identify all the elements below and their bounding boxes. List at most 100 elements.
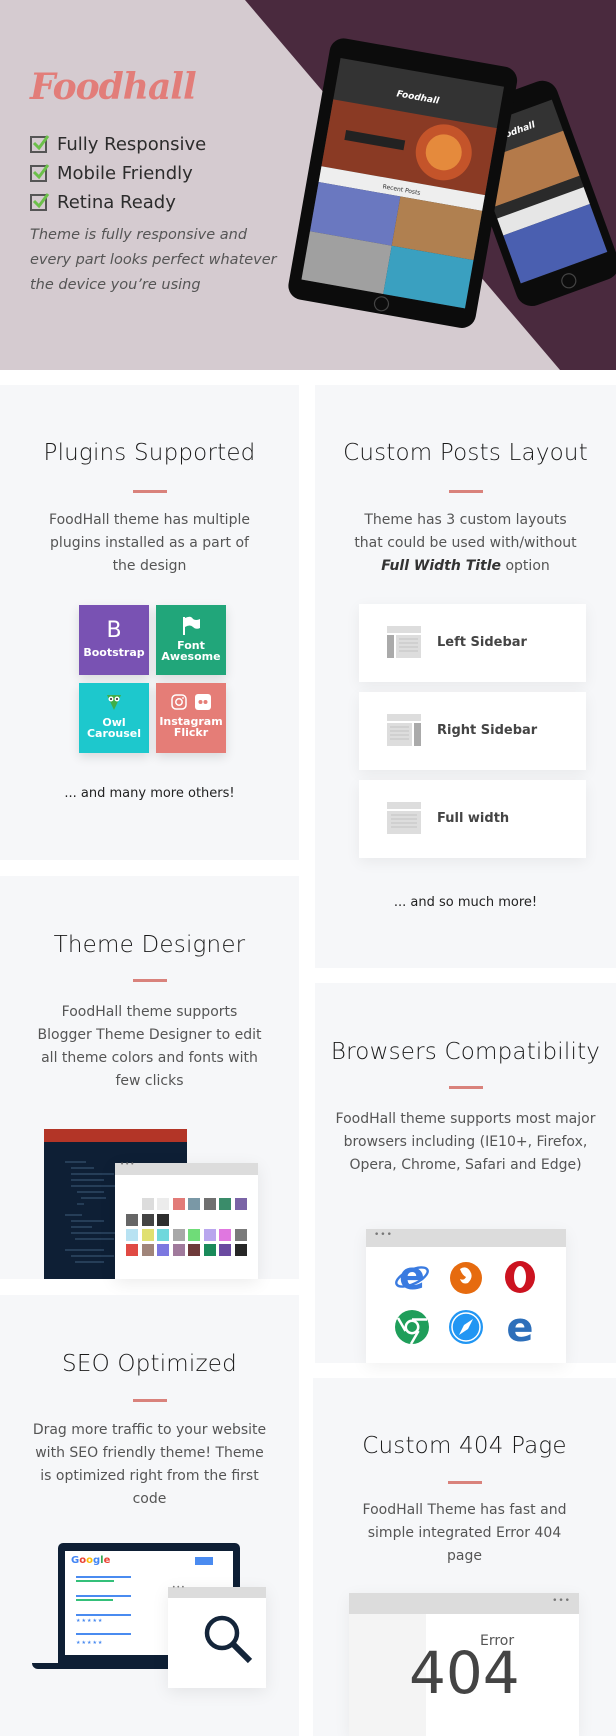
svg-text:e: e [506,1309,533,1345]
color-swatch[interactable] [172,1229,185,1241]
error-code: 404 [409,1639,520,1707]
color-swatch[interactable] [157,1244,169,1256]
browser-window: ••• e e [366,1229,566,1363]
color-swatch[interactable] [219,1244,231,1256]
color-swatch[interactable] [219,1198,231,1210]
description-emphasis: Full Width Title [381,558,502,574]
section-title: Custom Posts Layout [343,440,588,466]
chrome-icon [395,1310,429,1345]
description-text: Theme has 3 custom layouts that could be… [354,512,577,551]
instagram-icon [171,694,187,710]
tablet-mockup: Foodhall Recent Posts [288,38,518,328]
owl-icon [107,695,121,710]
plugin-tile-bootstrap: B Bootstrap [79,605,149,675]
right-sidebar-icon [387,714,421,746]
color-swatch[interactable] [188,1198,200,1210]
star-rating: ★★★★★ [76,1640,104,1646]
color-swatch[interactable] [203,1198,216,1210]
plugin-label: Awesome [161,650,221,663]
color-swatch[interactable] [203,1244,216,1256]
window-title-bar: ••• [168,1584,266,1598]
window-title-bar: ••• [349,1593,579,1614]
ie-icon: e [395,1259,429,1295]
plugin-label: Flickr [173,726,209,739]
hero-banner: Foodhall Fully Responsive Mobile Friendl… [0,0,616,370]
section-description: Theme has 3 custom layouts that could be… [315,509,616,578]
color-swatch[interactable] [157,1214,169,1226]
color-swatch[interactable] [234,1229,247,1241]
color-swatch[interactable] [188,1244,200,1256]
color-swatch[interactable] [141,1198,154,1210]
error-page-window: ••• Error 404 [349,1593,579,1736]
layout-label: Full width [437,811,510,826]
section-footer-note: ... and so much more! [393,895,538,910]
color-swatch-grid [126,1198,251,1268]
section-description: FoodHall theme supports most major brows… [335,1111,596,1173]
color-swatch[interactable] [188,1229,200,1241]
layout-option-left-sidebar: Left Sidebar [359,604,586,682]
section-title: Theme Designer [53,932,246,958]
color-picker-window: ••• [115,1160,258,1279]
title-divider [448,490,483,493]
star-rating: ★★★★★ [76,1618,104,1624]
section-description: Drag more traffic to your website with S… [32,1422,267,1507]
section-description: FoodHall theme has multiple plugins inst… [49,512,250,574]
color-swatch[interactable] [126,1244,138,1256]
title-divider [132,1399,167,1402]
plugin-tile-instagram-flickr: Instagram Flickr [156,683,226,753]
window-title-bar: ••• [115,1160,258,1175]
title-divider [132,490,167,493]
firefox-icon [450,1262,482,1294]
plugin-tile-font-awesome: Font Awesome [156,605,226,675]
title-divider [447,1481,482,1484]
layout-option-right-sidebar: Right Sidebar [359,692,586,770]
bootstrap-icon: B [106,618,122,643]
color-swatch[interactable] [141,1214,154,1226]
plugin-label: Bootstrap [83,646,145,659]
layout-label: Left Sidebar [437,635,527,650]
error-404-card: Custom 404 Page FoodHall Theme has fast … [313,1378,616,1736]
title-divider [448,1086,483,1089]
color-swatch[interactable] [157,1198,169,1210]
color-swatch[interactable] [203,1229,216,1241]
full-width-icon [387,802,421,834]
device-mockups: Foodhall Foodhall Recent Posts [288,38,616,328]
section-title: Plugins Supported [43,440,256,466]
section-title: Custom 404 Page [362,1433,567,1459]
section-title: Browsers Compatibility [330,1039,601,1065]
google-logo: Google [71,1555,111,1566]
color-swatch[interactable] [172,1198,185,1210]
layout-label: Right Sidebar [437,723,538,738]
flickr-icon [195,694,211,710]
svg-text:e: e [399,1259,425,1295]
color-swatch[interactable] [172,1244,185,1256]
plugin-tile-owl-carousel: Owl Carousel [79,683,149,753]
window-dots: ••• [552,1596,571,1606]
color-swatch[interactable] [126,1229,138,1241]
section-title: SEO Optimized [62,1351,237,1377]
color-swatch[interactable] [234,1244,247,1256]
code-magnifier-window: ••• [168,1584,266,1688]
section-description: FoodHall Theme has fast and simple integ… [362,1502,567,1564]
seo-card: SEO Optimized Drag more traffic to your … [0,1295,299,1736]
left-sidebar-icon [387,626,421,658]
theme-designer-card: Theme Designer FoodHall theme supports B… [0,876,299,1279]
window-title-bar: ••• [366,1229,566,1247]
opera-icon [505,1261,535,1293]
section-description: FoodHall theme supports Blogger Theme De… [37,1004,262,1089]
color-swatch[interactable] [126,1214,138,1226]
plugins-card: Plugins Supported FoodHall theme has mul… [0,385,299,860]
color-swatch[interactable] [141,1244,154,1256]
color-swatch[interactable] [141,1229,154,1241]
color-swatch[interactable] [219,1229,231,1241]
browsers-card: Browsers Compatibility FoodHall theme su… [315,983,616,1363]
search-button [195,1557,213,1565]
safari-icon [449,1310,483,1344]
layouts-card: Custom Posts Layout Theme has 3 custom l… [315,385,616,968]
section-footer-note: ... and many more others! [64,786,235,801]
color-swatch[interactable] [157,1229,169,1241]
title-divider [132,979,167,982]
window-dots: ••• [374,1230,393,1240]
color-swatch[interactable] [234,1198,247,1210]
flag-icon [183,616,200,635]
